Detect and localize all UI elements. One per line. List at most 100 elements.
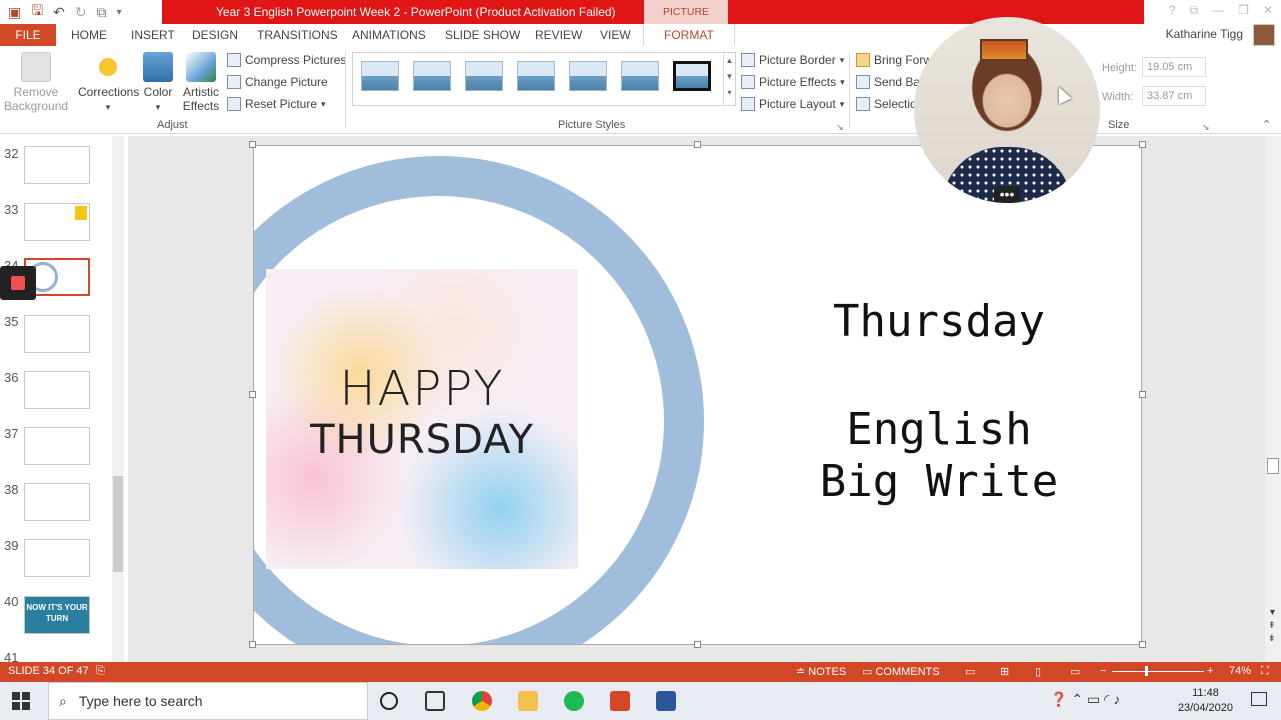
- editor-scrollbar[interactable]: ▼ ⇞ ⇟: [1265, 136, 1281, 662]
- picture-layout-button[interactable]: Picture Layout ▾: [741, 97, 844, 111]
- slide-thumbnail[interactable]: [24, 315, 90, 353]
- stop-recording-icon[interactable]: [11, 276, 25, 290]
- start-from-beginning-icon[interactable]: ⧉: [97, 4, 107, 21]
- size-dialog-launcher-icon[interactable]: ↘: [1202, 122, 1210, 133]
- tab-file[interactable]: FILE: [0, 24, 56, 46]
- ribbon-display-icon[interactable]: ⧉: [1190, 3, 1199, 18]
- system-tray-icons[interactable]: ❓ ⌃ ▭ ◜ ♪: [1050, 691, 1120, 708]
- tab-animations[interactable]: ANIMATIONS: [352, 24, 426, 46]
- tab-design[interactable]: DESIGN: [192, 24, 238, 46]
- file-explorer-icon[interactable]: [518, 691, 538, 711]
- task-view-icon[interactable]: [425, 691, 445, 711]
- notes-button[interactable]: ≐ NOTES: [796, 665, 846, 678]
- resize-handle[interactable]: [249, 641, 256, 648]
- scrollbar-thumb[interactable]: [1267, 458, 1279, 474]
- zoom-slider[interactable]: [1112, 666, 1204, 676]
- close-icon[interactable]: ✕: [1263, 3, 1273, 18]
- resize-handle[interactable]: [1139, 391, 1146, 398]
- bring-forward-button[interactable]: Bring Forw: [856, 53, 932, 67]
- word-taskbar-icon[interactable]: [656, 691, 676, 711]
- color-button[interactable]: Color ▾: [140, 52, 176, 114]
- remove-background-button[interactable]: Remove Background: [4, 52, 68, 113]
- send-backward-button[interactable]: Send Bac: [856, 75, 926, 89]
- picture-border-button[interactable]: Picture Border ▾: [741, 53, 844, 67]
- more-options-icon[interactable]: •••: [994, 187, 1020, 203]
- picture-style-7[interactable]: [673, 61, 711, 91]
- picture-effects-button[interactable]: Picture Effects ▾: [741, 75, 845, 89]
- picture-style-1[interactable]: [361, 61, 399, 91]
- chrome-icon[interactable]: [472, 691, 492, 711]
- clock[interactable]: 11:48 23/04/2020: [1178, 686, 1233, 716]
- spell-check-icon[interactable]: ⎘: [96, 665, 105, 678]
- notifications-icon[interactable]: [1251, 692, 1267, 706]
- slide-day-text[interactable]: Thursday: [814, 296, 1064, 347]
- save-icon[interactable]: 🖫: [31, 0, 43, 24]
- dialog-launcher-icon[interactable]: ↘: [836, 122, 844, 133]
- tab-transitions[interactable]: TRANSITIONS: [257, 24, 338, 46]
- resize-handle[interactable]: [249, 141, 256, 148]
- recording-overlay[interactable]: [0, 266, 36, 300]
- zoom-in-icon[interactable]: +: [1207, 665, 1213, 677]
- resize-handle[interactable]: [1139, 641, 1146, 648]
- reset-picture-button[interactable]: Reset Picture ▾: [227, 97, 326, 111]
- prev-next-slide-icon[interactable]: ▼ ⇞ ⇟: [1268, 606, 1277, 645]
- fit-to-window-icon[interactable]: ⛶: [1261, 665, 1269, 678]
- slide-thumbnail[interactable]: NOW IT'S YOUR TURN: [24, 596, 90, 634]
- resize-handle[interactable]: [1139, 141, 1146, 148]
- gallery-scroll[interactable]: ▲ ▼ ▾: [723, 53, 735, 105]
- minimize-icon[interactable]: —: [1212, 3, 1224, 18]
- redo-icon[interactable]: ↻: [75, 4, 87, 21]
- picture-style-3[interactable]: [465, 61, 503, 91]
- slide-thumbnail[interactable]: [24, 427, 90, 465]
- tab-insert[interactable]: INSERT: [131, 24, 175, 46]
- user-name[interactable]: Katharine Tigg: [1166, 27, 1243, 41]
- zoom-out-icon[interactable]: −: [1100, 665, 1106, 677]
- customize-qat-icon[interactable]: ▾: [117, 7, 122, 18]
- width-field[interactable]: 33.87 cm: [1142, 86, 1206, 106]
- picture-style-4[interactable]: [517, 61, 555, 91]
- avatar[interactable]: [1253, 24, 1275, 46]
- powerpoint-taskbar-icon[interactable]: [610, 691, 630, 711]
- tab-view[interactable]: VIEW: [600, 24, 631, 46]
- search-input[interactable]: Type here to search: [79, 693, 203, 709]
- artistic-effects-button[interactable]: Artistic Effects: [178, 52, 224, 113]
- compress-pictures-button[interactable]: Compress Pictures: [227, 53, 346, 67]
- current-slide[interactable]: HAPPY THURSDAY Thursday English Big Writ…: [253, 145, 1142, 645]
- picture-style-2[interactable]: [413, 61, 451, 91]
- slide-thumbnail[interactable]: [24, 483, 90, 521]
- cortana-icon[interactable]: [380, 692, 398, 710]
- restore-icon[interactable]: ❐: [1238, 3, 1249, 18]
- thumbnail-scrollbar[interactable]: [112, 136, 124, 662]
- scrollbar-thumb[interactable]: [113, 476, 123, 572]
- reading-view-icon[interactable]: ▯: [1035, 665, 1041, 678]
- taskbar-search[interactable]: ⌕ Type here to search: [48, 682, 368, 720]
- powerpoint-icon[interactable]: ▣: [8, 4, 21, 21]
- undo-icon[interactable]: ↶: [53, 4, 65, 21]
- resize-handle[interactable]: [249, 391, 256, 398]
- picture-style-6[interactable]: [621, 61, 659, 91]
- normal-view-icon[interactable]: ▭: [965, 665, 975, 678]
- slide-sorter-icon[interactable]: ⊞: [1000, 665, 1009, 678]
- spotify-icon[interactable]: [564, 691, 584, 711]
- comments-button[interactable]: ▭ COMMENTS: [862, 665, 940, 678]
- height-field[interactable]: 19.05 cm: [1142, 57, 1206, 77]
- slide-thumbnail[interactable]: [24, 539, 90, 577]
- resize-handle[interactable]: [694, 641, 701, 648]
- slide-show-icon[interactable]: ▭: [1070, 665, 1080, 678]
- slide-thumbnail[interactable]: [24, 371, 90, 409]
- tab-review[interactable]: REVIEW: [535, 24, 582, 46]
- help-icon[interactable]: ?: [1169, 3, 1176, 18]
- windows-start-icon[interactable]: [12, 692, 30, 710]
- happy-thursday-picture[interactable]: HAPPY THURSDAY: [266, 269, 578, 569]
- slide-subject-line-2[interactable]: Big Write: [814, 456, 1064, 507]
- change-picture-button[interactable]: Change Picture: [227, 75, 328, 89]
- zoom-level[interactable]: 74%: [1229, 665, 1251, 677]
- collapse-ribbon-icon[interactable]: ⌃: [1262, 118, 1271, 131]
- tab-slide-show[interactable]: SLIDE SHOW: [445, 24, 520, 46]
- picture-style-5[interactable]: [569, 61, 607, 91]
- corrections-button[interactable]: Corrections ▾: [78, 52, 139, 114]
- slide-thumbnail[interactable]: [24, 203, 90, 241]
- webcam-overlay[interactable]: •••: [914, 17, 1100, 203]
- zoom-slider-thumb[interactable]: [1145, 666, 1148, 676]
- slide-subject-line-1[interactable]: English: [814, 404, 1064, 455]
